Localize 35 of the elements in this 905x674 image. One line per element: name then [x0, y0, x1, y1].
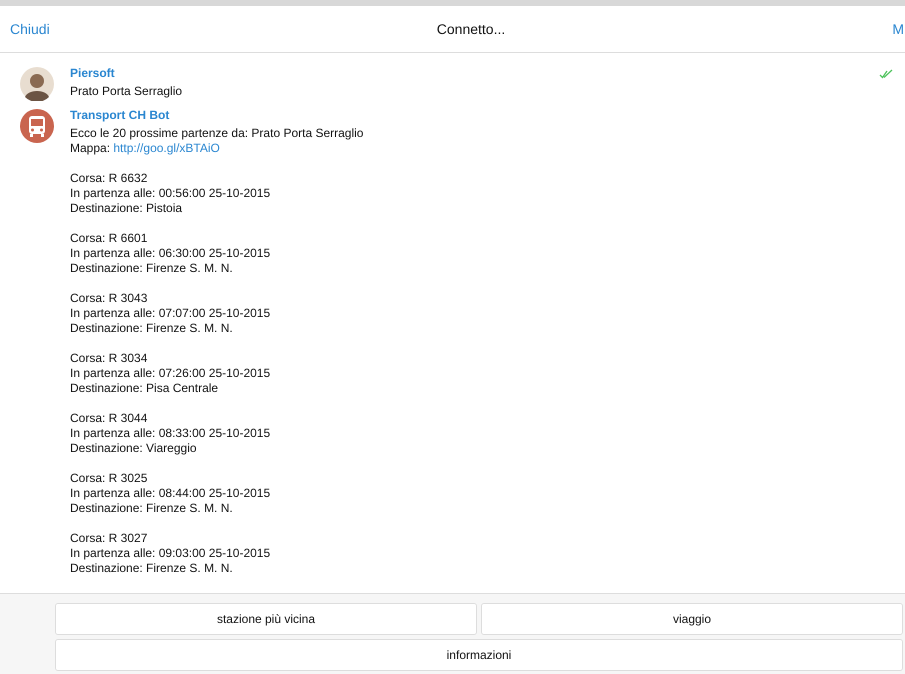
trip-run: Corsa: R 6601 — [70, 231, 148, 246]
sender-name: Transport CH Bot — [70, 107, 170, 123]
close-link[interactable]: Chiudi — [0, 21, 50, 37]
trip-departure: In partenza alle: 00:56:00 25-10-2015 — [70, 186, 272, 201]
trip-departure: In partenza alle: 09:03:00 25-10-2015 — [70, 546, 272, 561]
trip-destination: Destinazione: Firenze S. M. N. — [70, 561, 234, 576]
reply-button[interactable]: stazione più vicina — [55, 603, 477, 635]
trip-destination: Destinazione: Firenze S. M. N. — [70, 261, 234, 276]
trip-run: Corsa: R 3025 — [70, 471, 148, 486]
menu-link[interactable]: M — [892, 21, 905, 37]
trip-run: Corsa: R 6632 — [70, 171, 148, 186]
trip-destination: Destinazione: Firenze S. M. N. — [70, 501, 234, 516]
avatar-icon — [20, 67, 54, 101]
message-text: Ecco le 20 prossime partenze da: Prato Porta Serraglio — [70, 126, 364, 141]
map-label: Mappa: — [70, 141, 110, 155]
reply-button[interactable]: informazioni — [55, 639, 903, 671]
trip-run: Corsa: R 3034 — [70, 351, 148, 366]
message-text: Prato Porta Serraglio — [70, 84, 184, 99]
trip-departure: In partenza alle: 08:33:00 25-10-2015 — [70, 426, 272, 441]
trip-destination: Destinazione: Viareggio — [70, 441, 198, 456]
trip-destination: Destinazione: Pisa Centrale — [70, 381, 220, 396]
trip-destination: Destinazione: Firenze S. M. N. — [70, 321, 234, 336]
chat-title: Connetto... — [436, 21, 506, 37]
trip-run: Corsa: R 3044 — [70, 411, 148, 426]
trip-destination: Destinazione: Pistoia — [70, 201, 184, 216]
trip-departure: In partenza alle: 07:07:00 25-10-2015 — [70, 306, 272, 321]
trip-run: Corsa: R 3043 — [70, 291, 148, 306]
trip-departure: In partenza alle: 07:26:00 25-10-2015 — [70, 366, 272, 381]
map-link[interactable]: http://goo.gl/xBTAiO — [113, 141, 220, 155]
trip-departure: In partenza alle: 06:30:00 25-10-2015 — [70, 246, 272, 261]
reply-button[interactable]: viaggio — [481, 603, 903, 635]
trip-departure: In partenza alle: 08:44:00 25-10-2015 — [70, 486, 272, 501]
trip-run: Corsa: R 3027 — [70, 531, 148, 546]
sender-name: Piersoft — [70, 65, 116, 81]
bus-icon — [20, 109, 54, 143]
